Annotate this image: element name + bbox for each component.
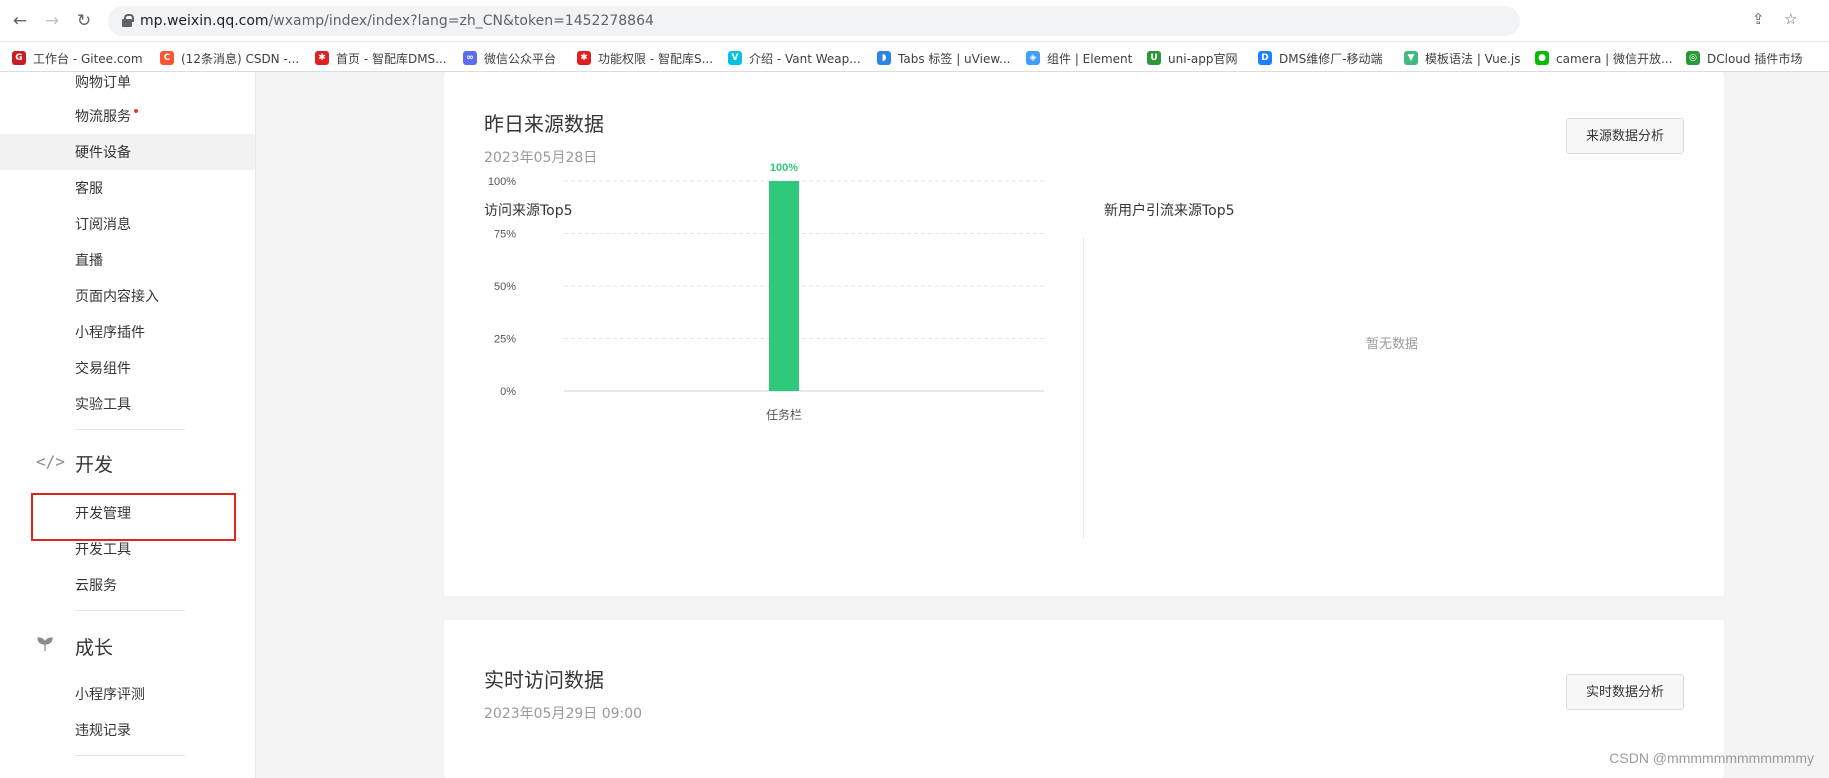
bookmark-item[interactable]: ▼ 模板语法 | Vue.js bbox=[1404, 49, 1520, 67]
bookmark-item[interactable]: ✱ 功能权限 - 智配库S... bbox=[577, 49, 713, 67]
lock-icon bbox=[122, 14, 134, 27]
notification-dot bbox=[134, 109, 138, 113]
y-tick-label: 0% bbox=[500, 386, 516, 398]
card-title: 实时访问数据 bbox=[484, 668, 604, 692]
visit-source-heading: 访问来源Top5 bbox=[484, 203, 573, 219]
code-icon: </> bbox=[36, 452, 65, 471]
reload-icon[interactable]: ↻ bbox=[72, 9, 96, 33]
gear-logo-icon: ✱ bbox=[577, 51, 591, 65]
sidebar-item-logistics[interactable]: 物流服务 bbox=[75, 106, 138, 126]
url-path: /wxamp/index/index?lang=zh_CN&token=1452… bbox=[268, 13, 654, 29]
dcloud-icon: ◎ bbox=[1686, 51, 1700, 65]
bookmark-label: 工作台 - Gitee.com bbox=[33, 51, 143, 66]
source-analysis-button[interactable]: 来源数据分析 bbox=[1566, 118, 1684, 154]
sidebar-item-evaluation[interactable]: 小程序评测 bbox=[75, 684, 145, 704]
sidebar: 购物订单 物流服务 硬件设备 客服 订阅消息 直播 页面内容接入 小程序插件 交… bbox=[0, 72, 256, 778]
y-tick-label: 50% bbox=[494, 281, 516, 293]
sprout-icon bbox=[36, 635, 54, 657]
bookmark-item[interactable]: D DMS维修厂-移动端 bbox=[1258, 49, 1383, 67]
sidebar-item-customer-service[interactable]: 客服 bbox=[75, 178, 103, 198]
source-data-card: 昨日来源数据 2023年05月28日 来源数据分析 访问来源Top5 新用户引流… bbox=[444, 72, 1724, 596]
watermark: CSDN @mmmmmmmmmmmmy bbox=[1609, 750, 1814, 766]
bookmark-item[interactable]: ◗ Tabs 标签 | uView... bbox=[877, 49, 1010, 67]
bookmark-item[interactable]: ∞ 微信公众平台 bbox=[463, 49, 556, 67]
vue-icon: ▼ bbox=[1404, 51, 1418, 65]
sidebar-divider bbox=[75, 429, 185, 430]
uview-icon: ◗ bbox=[877, 51, 891, 65]
bookmarks-bar: G 工作台 - Gitee.com C (12条消息) CSDN -... ✱ 首页 - … bbox=[0, 42, 1829, 72]
bookmark-label: 组件 | Element bbox=[1047, 51, 1133, 66]
vant-icon: V bbox=[728, 51, 742, 65]
url-host: mp.weixin.qq.com bbox=[140, 13, 269, 29]
bookmark-item[interactable]: G 工作台 - Gitee.com bbox=[12, 49, 143, 67]
bookmark-label: DMS维修厂-移动端 bbox=[1279, 51, 1383, 66]
bar bbox=[769, 181, 799, 391]
empty-state-text: 暂无数据 bbox=[1366, 337, 1419, 352]
wechat-icon: ● bbox=[1535, 51, 1549, 65]
data-label: 100% bbox=[770, 162, 798, 174]
bookmark-label: 模板语法 | Vue.js bbox=[1425, 51, 1521, 66]
visit-source-chart: 0% 25% 50% 75% 100% 100% 任务栏 bbox=[488, 162, 1044, 422]
section-title-dev: 开发 bbox=[75, 454, 114, 476]
highlight-frame bbox=[31, 493, 236, 541]
realtime-analysis-button[interactable]: 实时数据分析 bbox=[1566, 674, 1684, 710]
bookmark-label: 首页 - 智配库DMS... bbox=[336, 51, 447, 66]
sidebar-item-hardware[interactable]: 硬件设备 bbox=[75, 142, 131, 162]
sidebar-divider bbox=[75, 755, 185, 756]
new-user-source-heading: 新用户引流来源Top5 bbox=[1104, 203, 1235, 219]
card-date: 2023年05月28日 bbox=[484, 150, 598, 166]
sidebar-item-cloud-service[interactable]: 云服务 bbox=[75, 575, 117, 595]
share-icon[interactable]: ⇪ bbox=[1752, 10, 1765, 28]
bookmark-label: DCloud 插件市场 bbox=[1707, 51, 1803, 66]
chart-divider bbox=[1083, 238, 1084, 538]
bookmark-label: (12条消息) CSDN -... bbox=[181, 51, 300, 66]
card-date: 2023年05月29日 09:00 bbox=[484, 706, 643, 722]
sidebar-item-dev-tools[interactable]: 开发工具 bbox=[75, 539, 131, 559]
bookmark-label: 介绍 - Vant Weap... bbox=[749, 51, 861, 66]
sidebar-divider bbox=[75, 610, 185, 611]
bookmark-label: camera | 微信开放... bbox=[1556, 51, 1673, 66]
bookmark-label: uni-app官网 bbox=[1168, 51, 1238, 66]
y-tick-label: 100% bbox=[488, 176, 516, 188]
bookmark-item[interactable]: V 介绍 - Vant Weap... bbox=[728, 49, 861, 67]
bookmark-item[interactable]: ◎ DCloud 插件市场 bbox=[1686, 49, 1802, 67]
bookmark-item[interactable]: ◈ 组件 | Element bbox=[1026, 49, 1132, 67]
sidebar-item-page-content[interactable]: 页面内容接入 bbox=[75, 286, 159, 306]
sidebar-item-lab-tools[interactable]: 实验工具 bbox=[75, 394, 131, 414]
realtime-data-card: 实时访问数据 2023年05月29日 09:00 实时数据分析 bbox=[444, 620, 1724, 778]
bookmark-label: 功能权限 - 智配库S... bbox=[598, 51, 714, 66]
star-icon[interactable]: ☆ bbox=[1784, 10, 1797, 28]
sidebar-item-live[interactable]: 直播 bbox=[75, 250, 103, 270]
sidebar-item-plugin[interactable]: 小程序插件 bbox=[75, 322, 145, 342]
y-tick-label: 25% bbox=[494, 334, 516, 346]
bookmark-item[interactable]: ● camera | 微信开放... bbox=[1535, 49, 1672, 67]
bookmark-item[interactable]: C (12条消息) CSDN -... bbox=[160, 49, 299, 67]
bookmark-label: 微信公众平台 bbox=[484, 51, 557, 66]
sidebar-item-violations[interactable]: 违规记录 bbox=[75, 720, 131, 740]
url-field[interactable]: mp.weixin.qq.com/wxamp/index/index?lang=… bbox=[108, 6, 1520, 36]
csdn-icon: C bbox=[160, 51, 174, 65]
sidebar-item-subscribe-message[interactable]: 订阅消息 bbox=[75, 214, 131, 234]
gear-logo-icon: ✱ bbox=[315, 51, 329, 65]
bookmark-label: Tabs 标签 | uView... bbox=[898, 51, 1011, 66]
bookmark-item[interactable]: ✱ 首页 - 智配库DMS... bbox=[315, 49, 447, 67]
back-arrow-icon[interactable]: ← bbox=[8, 9, 32, 33]
element-icon: ◈ bbox=[1026, 51, 1040, 65]
forward-arrow-icon[interactable]: → bbox=[40, 9, 64, 33]
card-title: 昨日来源数据 bbox=[484, 112, 604, 136]
section-title-growth: 成长 bbox=[75, 637, 114, 659]
gitee-icon: G bbox=[12, 51, 26, 65]
bookmark-item[interactable]: Uuni-app官网 bbox=[1147, 49, 1237, 67]
browser-address-bar: ← → ↻ mp.weixin.qq.com/wxamp/index/index… bbox=[0, 0, 1829, 42]
dms-icon: D bbox=[1258, 51, 1272, 65]
sidebar-item-orders[interactable]: 购物订单 bbox=[75, 72, 131, 92]
uniapp-icon: U bbox=[1147, 51, 1161, 65]
wechat-mp-icon: ∞ bbox=[463, 51, 477, 65]
sidebar-item-label: 物流服务 bbox=[75, 109, 131, 125]
sidebar-item-trade-component[interactable]: 交易组件 bbox=[75, 358, 131, 378]
y-tick-label: 75% bbox=[494, 229, 516, 241]
x-tick-label: 任务栏 bbox=[766, 407, 802, 422]
